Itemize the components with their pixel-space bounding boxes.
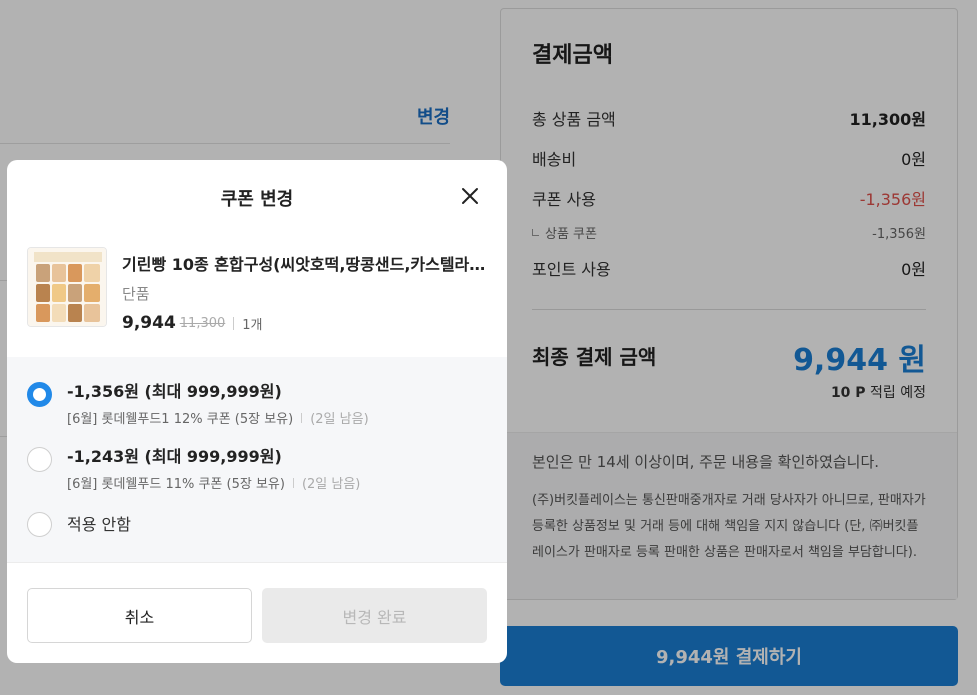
coupon-options: -1,356원 (최대 999,999원) [6월] 롯데웰푸드1 12% 쿠폰… (7, 357, 507, 562)
close-button[interactable] (458, 184, 482, 208)
coupon-discount: -1,243원 (최대 999,999원) (67, 447, 282, 466)
divider (301, 412, 303, 423)
quantity: 1개 (242, 317, 263, 333)
coupon-option-1[interactable]: -1,356원 (최대 999,999원) [6월] 롯데웰푸드1 12% 쿠폰… (27, 382, 487, 427)
coupon-change-modal: 쿠폰 변경 기린빵 10종 혼합구성(씨앗호떡,땅콩샌드,카스텔라,미 단품 9… (7, 160, 507, 663)
divider (7, 562, 507, 563)
coupon-option-none[interactable]: 적용 안함 (27, 512, 487, 537)
close-icon (462, 188, 478, 204)
divider (233, 316, 235, 330)
radio-unselected-icon[interactable] (27, 447, 52, 472)
coupon-description: [6월] 롯데웰푸드 11% 쿠폰 (5장 보유) (67, 477, 285, 492)
coupon-option-2[interactable]: -1,243원 (최대 999,999원) [6월] 롯데웰푸드 11% 쿠폰 … (27, 447, 487, 492)
divider (292, 477, 294, 488)
product-option: 단품 (122, 285, 150, 303)
radio-selected-icon[interactable] (27, 382, 52, 407)
radio-unselected-icon[interactable] (27, 512, 52, 537)
discounted-price: 9,944 (122, 313, 176, 333)
no-coupon-label: 적용 안함 (67, 515, 131, 534)
coupon-description: [6월] 롯데웰푸드1 12% 쿠폰 (5장 보유) (67, 412, 294, 427)
original-price: 11,300 (179, 315, 226, 331)
coupon-remaining: (2일 남음) (310, 412, 369, 427)
price-line: 9,944 11,300 1개 (122, 313, 263, 333)
coupon-discount: -1,356원 (최대 999,999원) (67, 382, 282, 401)
product-info: 기린빵 10종 혼합구성(씨앗호떡,땅콩샌드,카스텔라,미니모카번 외) 단품 … (27, 247, 487, 333)
modal-title: 쿠폰 변경 (220, 189, 294, 210)
product-name: 기린빵 10종 혼합구성(씨앗호떡,땅콩샌드,카스텔라,미니모카번 외) (122, 255, 487, 274)
product-thumbnail (27, 247, 107, 327)
cancel-button[interactable]: 취소 (27, 588, 252, 643)
product-image-icon (28, 248, 106, 326)
coupon-remaining: (2일 남음) (301, 477, 361, 492)
confirm-change-button[interactable]: 변경 완료 (262, 588, 487, 643)
